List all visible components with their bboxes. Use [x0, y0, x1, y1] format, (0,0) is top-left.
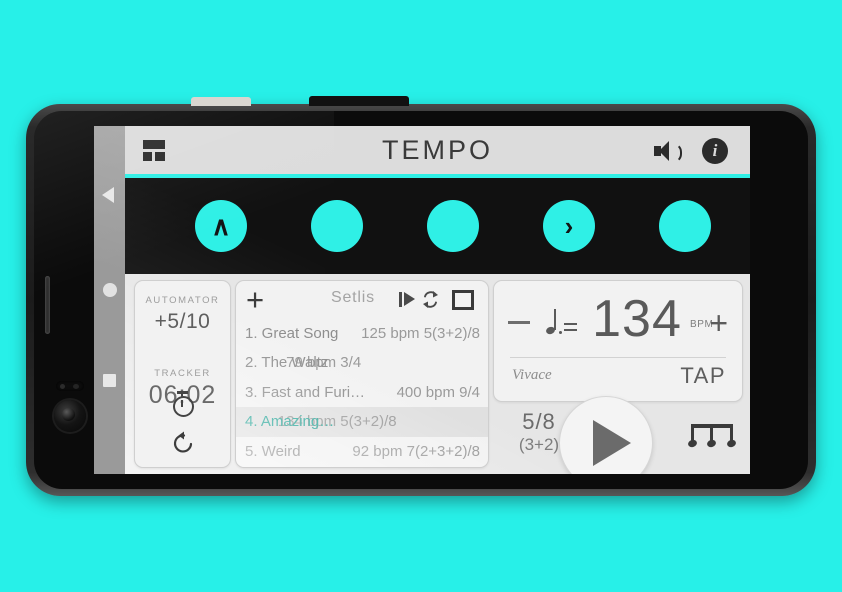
fullscreen-icon[interactable]	[452, 290, 474, 310]
stopwatch-icon[interactable]	[172, 391, 194, 417]
setlist-title: Setlis	[331, 289, 375, 306]
beat-dot-4[interactable]: ›	[543, 200, 595, 252]
home-circle-icon[interactable]	[103, 283, 117, 297]
setlist-row-4-name: 4. Amazing…	[245, 413, 335, 431]
triplet-notes-icon[interactable]	[687, 422, 737, 454]
tempo-marking[interactable]: Vivace	[512, 367, 552, 384]
setlist-row-3-name: 3. Fast and Furi…	[245, 383, 366, 401]
phone-top-button-light	[191, 97, 251, 106]
app-window: TEMPO i ∧ › AUTOMATOR +5/10 TRACKER + Se…	[125, 126, 750, 474]
phone-device: TEMPO i ∧ › AUTOMATOR +5/10 TRACKER + Se…	[26, 96, 816, 496]
tempo-panel: 134 BPM + Vivace TAP	[493, 280, 743, 402]
camera-flash	[56, 381, 84, 391]
automator-panel[interactable]: AUTOMATOR +5/10 TRACKER 06:02	[134, 280, 231, 468]
app-bar: TEMPO i	[125, 126, 750, 174]
phone-top-button-dark	[309, 96, 409, 106]
back-triangle-icon[interactable]	[102, 187, 114, 203]
beat-glyph-3	[427, 200, 479, 252]
setlist-row-2[interactable]: 79 bpm 3/4 2. The Waltz	[236, 348, 488, 377]
play-next-icon[interactable]	[399, 292, 416, 307]
setlist-row-5[interactable]: 92 bpm 7(2+3+2)/8 5. Weird	[236, 437, 488, 466]
loop-icon[interactable]	[421, 290, 440, 309]
automator-label: AUTOMATOR	[145, 295, 220, 306]
beat-glyph-4: ›	[564, 211, 574, 241]
beat-glyph-1: ∧	[211, 211, 231, 241]
phone-screen: TEMPO i ∧ › AUTOMATOR +5/10 TRACKER + Se…	[94, 126, 750, 474]
setlist-row-5-name: 5. Weird	[245, 442, 301, 460]
setlist-row-3-meta: 400 bpm 9/4	[396, 383, 480, 401]
tempo-increase-button[interactable]: +	[709, 307, 728, 339]
add-song-button[interactable]: +	[246, 284, 264, 316]
navbar-gloss	[94, 126, 125, 474]
tempo-divider	[510, 357, 726, 358]
setlist-row-1[interactable]: 125 bpm 5(3+2)/8 1. Great Song	[236, 319, 488, 348]
beat-dot-1[interactable]: ∧	[195, 200, 247, 252]
beat-dot-2[interactable]	[311, 200, 363, 252]
setlist-row-1-meta: 125 bpm 5(3+2)/8	[361, 325, 480, 342]
play-icon	[593, 420, 631, 466]
setlist-rows: 125 bpm 5(3+2)/8 1. Great Song 79 bpm 3/…	[236, 319, 488, 466]
bpm-value[interactable]: 134	[582, 289, 692, 349]
camera-lens	[54, 400, 86, 432]
setlist-header: + Setlis	[236, 281, 488, 319]
beat-glyph-5	[659, 200, 711, 252]
info-icon[interactable]: i	[702, 138, 728, 164]
dotted-quarter-note-icon	[545, 309, 586, 341]
speaker-icon[interactable]	[654, 140, 682, 163]
setlist-row-4[interactable]: 134 bpm 5(3+2)/8 4. Amazing…	[236, 407, 488, 437]
tap-tempo-button[interactable]: TAP	[680, 363, 726, 389]
setlist-row-3[interactable]: 400 bpm 9/4 3. Fast and Furi…	[236, 378, 488, 407]
phone-side-button	[45, 276, 50, 334]
setlist-row-2-name: 2. The Waltz	[245, 354, 329, 372]
beat-dot-5[interactable]	[659, 200, 711, 252]
beat-glyph-2	[311, 200, 363, 252]
beat-indicator-strip: ∧ ›	[125, 178, 750, 274]
setlist-row-1-name: 1. Great Song	[245, 325, 339, 342]
automator-value: +5/10	[154, 310, 211, 333]
screenshot-stage: TEMPO i ∧ › AUTOMATOR +5/10 TRACKER + Se…	[0, 0, 842, 592]
setlist-panel: + Setlis 125 bpm 5(3+2)/8 1. Great Song …	[235, 280, 489, 468]
recents-square-icon[interactable]	[103, 374, 116, 387]
beat-dot-3[interactable]	[427, 200, 479, 252]
reset-icon[interactable]	[171, 429, 197, 455]
bottom-panels: AUTOMATOR +5/10 TRACKER 06:02	[125, 274, 750, 474]
setlist-row-5-meta: 92 bpm 7(2+3+2)/8	[352, 442, 480, 460]
tracker-label: TRACKER	[154, 368, 211, 379]
tempo-decrease-button[interactable]	[508, 321, 530, 324]
system-navigation-bar	[94, 126, 125, 474]
